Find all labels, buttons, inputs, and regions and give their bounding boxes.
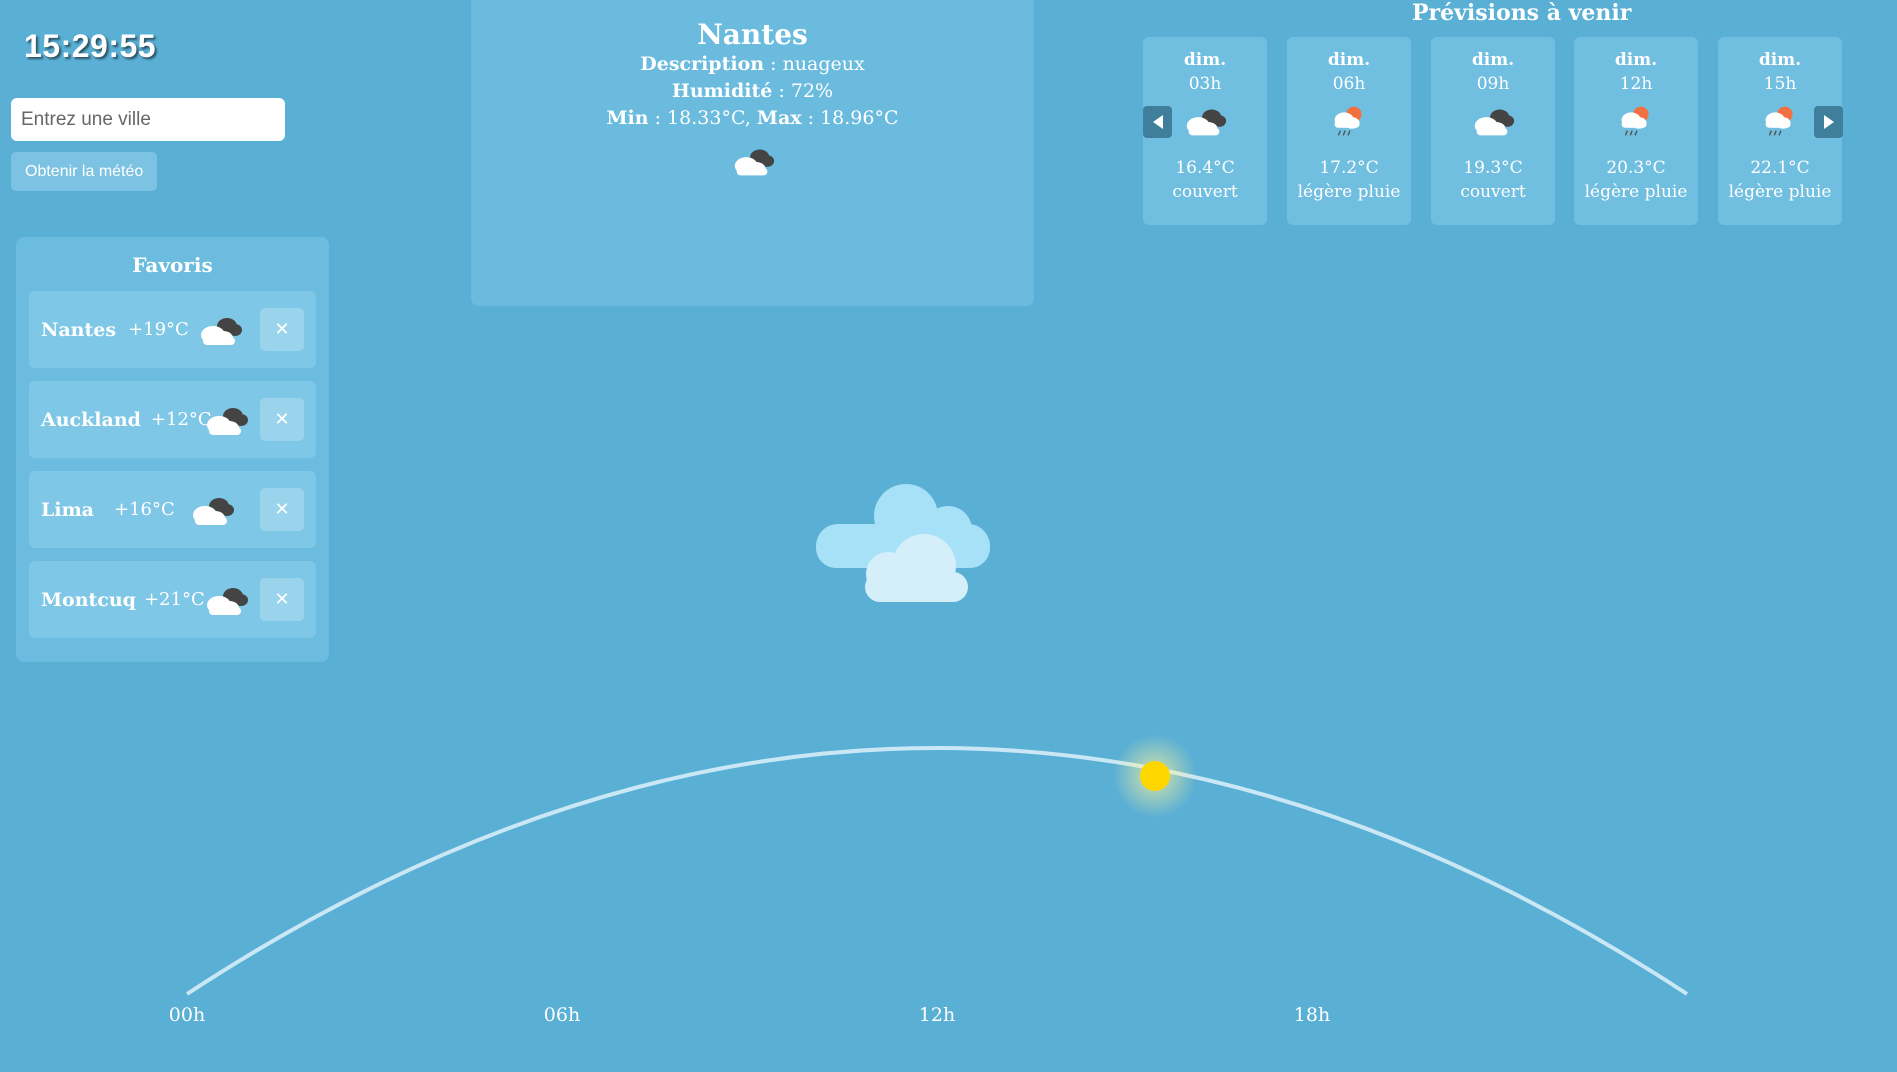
forecast-temp: 16.4°C — [1175, 158, 1235, 178]
sun-icon — [1140, 761, 1170, 791]
forecast-hour: 15h — [1763, 74, 1797, 94]
forecast-prev-button[interactable] — [1143, 106, 1172, 138]
forecast-hour: 03h — [1188, 74, 1222, 94]
favorite-name: Lima — [41, 498, 94, 521]
sun-path-arc — [185, 746, 1689, 996]
hour-label-12h: 12h — [918, 1004, 956, 1026]
max-value: 18.96°C — [820, 107, 899, 129]
forecast-card: dim. 06h 17.2°C légère pluie — [1287, 37, 1411, 225]
favorite-name: Auckland — [41, 408, 141, 431]
humidity-value: 72% — [790, 80, 834, 102]
cloudy-icon — [193, 498, 234, 525]
close-icon: ✕ — [274, 499, 290, 519]
max-label: Max — [756, 107, 802, 129]
sun-rain-icon — [1765, 106, 1793, 136]
humidity-label: Humidité — [671, 80, 773, 102]
close-icon: ✕ — [274, 319, 290, 339]
forecast-description: légère pluie — [1584, 182, 1688, 202]
forecast-day: dim. — [1183, 50, 1227, 70]
forecast-temp: 19.3°C — [1463, 158, 1523, 178]
favorite-item-nantes[interactable]: Nantes +19°C ✕ — [29, 291, 316, 368]
sun-glow — [1113, 734, 1197, 818]
favorites-title: Favoris — [132, 253, 213, 277]
forecast-description: couvert — [1172, 182, 1238, 202]
forecast-temp: 17.2°C — [1319, 158, 1379, 178]
cloudy-icon — [207, 408, 248, 435]
hour-label-06h: 06h — [543, 1004, 581, 1026]
description-label: Description — [640, 53, 765, 75]
favorite-name: Nantes — [41, 318, 117, 341]
remove-favorite-button[interactable]: ✕ — [260, 578, 304, 621]
cloudy-icon — [1186, 109, 1227, 136]
min-value: 18.33°C — [667, 107, 745, 129]
forecast-temp: 22.1°C — [1750, 158, 1810, 178]
forecast-hour: 09h — [1476, 74, 1510, 94]
favorite-temp: +21°C — [143, 589, 205, 610]
hour-label-18h: 18h — [1293, 1004, 1331, 1026]
forecast-card: dim. 12h 20.3°C légère pluie — [1574, 37, 1698, 225]
remove-favorite-button[interactable]: ✕ — [260, 488, 304, 531]
forecast-day: dim. — [1471, 50, 1515, 70]
sun-rain-icon — [1621, 106, 1649, 136]
forecast-description: légère pluie — [1297, 182, 1401, 202]
cloudy-icon — [734, 149, 774, 176]
cloudy-icon — [1474, 109, 1515, 136]
forecast-day: dim. — [1758, 50, 1802, 70]
forecast-title: Prévisions à venir — [1412, 0, 1632, 26]
current-min-max: Min : 18.33°C, Max : 18.96°C — [606, 107, 899, 129]
forecast-temp: 20.3°C — [1606, 158, 1666, 178]
close-icon: ✕ — [274, 589, 290, 609]
hour-label-00h: 00h — [168, 1004, 206, 1026]
current-weather-panel: Nantes Description : nuageux Humidité : … — [471, 0, 1034, 306]
clock: 15:29:55 — [24, 28, 157, 64]
forecast-day: dim. — [1614, 50, 1658, 70]
sun-rain-icon — [1334, 106, 1362, 136]
favorite-name: Montcuq — [41, 588, 136, 611]
current-city-name: Nantes — [697, 18, 808, 51]
description-value: nuageux — [782, 53, 865, 75]
remove-favorite-button[interactable]: ✕ — [260, 398, 304, 441]
favorite-temp: +16°C — [114, 499, 175, 520]
city-search-input[interactable] — [11, 98, 285, 141]
min-label: Min — [606, 107, 649, 129]
cloudy-icon — [201, 318, 242, 345]
favorites-panel: Favoris Nantes +19°C ✕ Auckland +12°C ✕ — [16, 237, 329, 662]
big-cloud-icon — [816, 484, 990, 602]
favorite-item-lima[interactable]: Lima +16°C ✕ — [29, 471, 316, 548]
close-icon: ✕ — [274, 409, 290, 429]
remove-favorite-button[interactable]: ✕ — [260, 308, 304, 351]
forecast-hour: 12h — [1619, 74, 1653, 94]
forecast-next-button[interactable] — [1814, 106, 1843, 138]
arrow-left-icon — [1152, 115, 1163, 129]
favorite-item-montcuq[interactable]: Montcuq +21°C ✕ — [29, 561, 316, 638]
favorite-temp: +19°C — [128, 319, 189, 340]
cloudy-icon — [207, 588, 248, 615]
forecast-description: légère pluie — [1728, 182, 1832, 202]
get-weather-button[interactable]: Obtenir la météo — [11, 152, 158, 191]
favorite-item-auckland[interactable]: Auckland +12°C ✕ — [29, 381, 316, 458]
forecast-card: dim. 09h 19.3°C couvert — [1431, 37, 1555, 225]
forecast-day: dim. — [1327, 50, 1371, 70]
arrow-right-icon — [1823, 115, 1834, 129]
forecast-description: couvert — [1460, 182, 1526, 202]
forecast-hour: 06h — [1332, 74, 1366, 94]
current-description: Description : nuageux — [640, 53, 865, 75]
current-humidity: Humidité : 72% — [671, 80, 834, 102]
